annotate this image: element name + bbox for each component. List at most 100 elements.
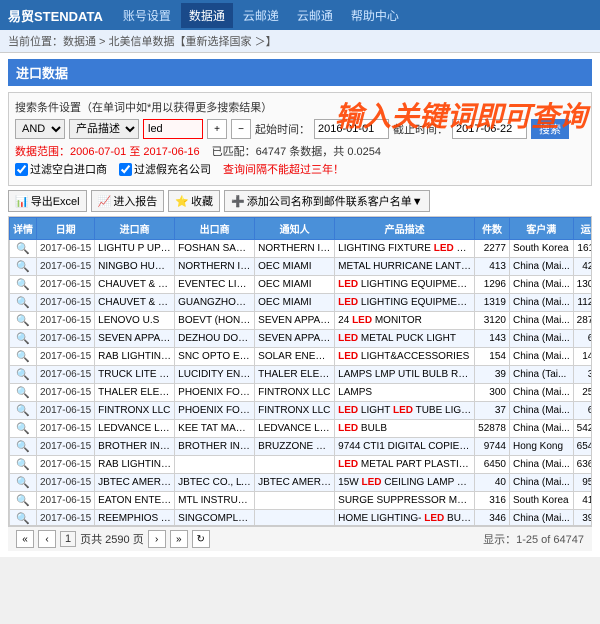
search-row-4: 过滤空白进口商 过滤假充名公司 查询间隔不能超过三年！	[15, 161, 585, 177]
search-row-3: 数据范围：2006-07-01 至 2017-06-16 已匹配：64747 条…	[15, 143, 585, 159]
row-date: 2017-06-15	[37, 402, 95, 420]
nav-help[interactable]: 帮助中心	[343, 3, 407, 28]
row-importer: CHAUVET & SON...	[95, 294, 175, 312]
row-origin: China (Mai...	[509, 384, 573, 402]
row-qty: 413	[475, 258, 510, 276]
nav-account[interactable]: 账号设置	[115, 3, 179, 28]
page-first[interactable]: «	[16, 530, 34, 548]
and-select[interactable]: AND	[15, 119, 65, 139]
row-volume: 686	[573, 402, 592, 420]
row-date: 2017-06-15	[37, 330, 95, 348]
page-last[interactable]: »	[170, 530, 188, 548]
row-detail-icon[interactable]: 🔍	[10, 294, 37, 312]
row-detail-icon[interactable]: 🔍	[10, 366, 37, 384]
row-origin: China (Mai...	[509, 330, 573, 348]
col-origin: 客户满	[509, 218, 573, 240]
row-date: 2017-06-15	[37, 438, 95, 456]
col-exporter: 出口商	[175, 218, 255, 240]
row-volume: 629	[573, 330, 592, 348]
icon-btn-2[interactable]: −	[231, 119, 251, 139]
row-date: 2017-06-15	[37, 312, 95, 330]
row-detail-icon[interactable]: 🔍	[10, 240, 37, 258]
row-notify: OEC MIAMI	[255, 276, 335, 294]
row-importer: RAB LIGHTING INC	[95, 348, 175, 366]
row-detail-icon[interactable]: 🔍	[10, 420, 37, 438]
row-exporter: MTL INSTRUMEN...	[175, 492, 255, 510]
end-date-input[interactable]	[452, 119, 527, 139]
product-select[interactable]: 产品描述	[69, 119, 139, 139]
row-importer: NINGBO HUAMA...	[95, 258, 175, 276]
row-product: LED LIGHT&ACCESSORIES	[335, 348, 475, 366]
import-btn[interactable]: 📈进入报告	[91, 190, 165, 212]
row-product: 24 LED MONITOR	[335, 312, 475, 330]
row-qty: 1296	[475, 276, 510, 294]
row-exporter: JBTEC CO., LTD.	[175, 474, 255, 492]
row-exporter: BROTHER INDUS...	[175, 438, 255, 456]
keyword-input[interactable]	[143, 119, 203, 139]
nav-data[interactable]: 数据通	[181, 3, 233, 28]
row-qty: 9744	[475, 438, 510, 456]
row-exporter: BOEVT (HONG K...	[175, 312, 255, 330]
row-detail-icon[interactable]: 🔍	[10, 474, 37, 492]
row-importer: THALER ELECTRIC	[95, 384, 175, 402]
row-detail-icon[interactable]: 🔍	[10, 384, 37, 402]
excel-btn[interactable]: 📊导出Excel	[8, 190, 87, 212]
row-volume: 28761	[573, 312, 592, 330]
row-notify: LEDVANCE LLC	[255, 420, 335, 438]
nav-yuntu[interactable]: 云邮通	[289, 3, 341, 28]
row-importer: CHAUVET & SON...	[95, 276, 175, 294]
checkbox-fake[interactable]: 过滤假充名公司	[119, 161, 211, 177]
icon-btn-1[interactable]: +	[207, 119, 227, 139]
start-date-input[interactable]	[314, 119, 389, 139]
row-product: 15W LED CEILING LAMP 14 3000K	[335, 474, 475, 492]
toolbar: 📊导出Excel 📈进入报告 ⭐收藏 ➕添加公司名称到邮件联系客户名单▼	[8, 190, 592, 212]
add-company-btn[interactable]: ➕添加公司名称到邮件联系客户名单▼	[224, 190, 430, 212]
page-next[interactable]: ›	[148, 530, 166, 548]
row-date: 2017-06-15	[37, 240, 95, 258]
date-range-info: 数据范围：2006-07-01 至 2017-06-16	[15, 143, 200, 159]
page-total: 页共 2590 页	[80, 531, 144, 547]
col-notify: 通知人	[255, 218, 335, 240]
row-qty: 52878	[475, 420, 510, 438]
row-date: 2017-06-15	[37, 384, 95, 402]
row-detail-icon[interactable]: 🔍	[10, 438, 37, 456]
row-detail-icon[interactable]: 🔍	[10, 402, 37, 420]
row-qty: 2277	[475, 240, 510, 258]
row-product: LED BULB	[335, 420, 475, 438]
row-detail-icon[interactable]: 🔍	[10, 456, 37, 474]
match-count: 已匹配：64747 条数据，共 0.0254	[212, 143, 381, 159]
row-origin: China (Mai...	[509, 294, 573, 312]
row-date: 2017-06-15	[37, 420, 95, 438]
row-origin: China (Mai...	[509, 510, 573, 527]
page-refresh[interactable]: ↻	[192, 530, 210, 548]
row-origin: South Korea	[509, 492, 573, 510]
row-importer: RAB LIGHTING INC	[95, 456, 175, 474]
checkbox-import[interactable]: 过滤空白进口商	[15, 161, 107, 177]
table-row: 🔍2017-06-15SEVEN APPARELDEZHOU DODO...SE…	[10, 330, 593, 348]
row-detail-icon[interactable]: 🔍	[10, 510, 37, 527]
row-date: 2017-06-15	[37, 294, 95, 312]
row-importer: FINTRONX LLC	[95, 402, 175, 420]
collect-btn[interactable]: ⭐收藏	[168, 190, 220, 212]
row-notify: BRUZZONE SHIP...	[255, 438, 335, 456]
nav-mail[interactable]: 云邮递	[235, 3, 287, 28]
search-button[interactable]: 搜索	[531, 119, 569, 139]
row-detail-icon[interactable]: 🔍	[10, 330, 37, 348]
row-exporter: PHOENIX FOREIG...	[175, 402, 255, 420]
top-nav: 易贸STENDATA 账号设置 数据通 云邮递 云邮通 帮助中心	[0, 0, 600, 30]
row-exporter: LUCIDITY ENTER...	[175, 366, 255, 384]
row-importer: LEDVANCE LLC	[95, 420, 175, 438]
row-detail-icon[interactable]: 🔍	[10, 348, 37, 366]
row-detail-icon[interactable]: 🔍	[10, 258, 37, 276]
pagination: « ‹ 1 页共 2590 页 › » ↻ 显示：1-25 of 64747	[8, 526, 592, 551]
row-detail-icon[interactable]: 🔍	[10, 312, 37, 330]
search-row-1: 搜索条件设置（在单词中如*用以获得更多搜索结果）	[15, 99, 585, 115]
row-detail-icon[interactable]: 🔍	[10, 492, 37, 510]
row-detail-icon[interactable]: 🔍	[10, 276, 37, 294]
row-product: LIGHTING FIXTURE LED DOWNLIGHT LED MULT.…	[335, 240, 475, 258]
page-prev[interactable]: ‹	[38, 530, 56, 548]
row-exporter: DEZHOU DODO...	[175, 330, 255, 348]
col-volume: 运量	[573, 218, 592, 240]
row-origin: China (Mai...	[509, 420, 573, 438]
row-origin: China (Mai...	[509, 258, 573, 276]
